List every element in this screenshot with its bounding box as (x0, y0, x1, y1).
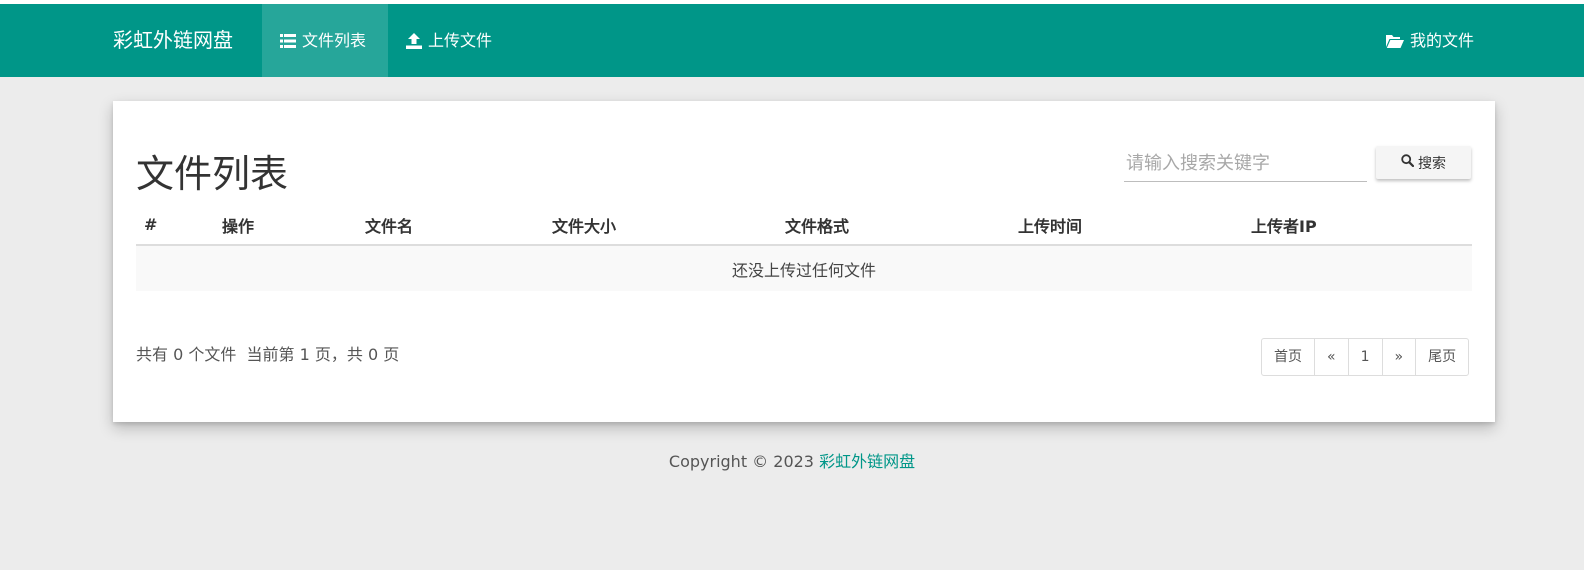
col-header-upload-time: 上传时间 (1010, 205, 1243, 246)
pagination: 首页 « 1 » 尾页 (1261, 338, 1470, 376)
search-icon (1401, 154, 1415, 171)
file-list-panel: 文件列表 搜索 # 操作 文件名 文件大小 文件格式 上传时间 上传者IP 还 (113, 101, 1495, 422)
bottom-edge (0, 570, 1584, 577)
pagination-page-1[interactable]: 1 (1347, 339, 1382, 375)
nav-item-upload[interactable]: 上传文件 (388, 4, 510, 77)
nav-item-label: 上传文件 (428, 31, 493, 50)
brand-logo[interactable]: 彩虹外链网盘 (113, 4, 233, 77)
col-header-filename: 文件名 (357, 205, 544, 246)
nav-item-label: 文件列表 (302, 31, 367, 50)
copyright-text: Copyright © 2023 (668, 452, 820, 471)
nav-item-file-list[interactable]: 文件列表 (262, 4, 388, 77)
empty-message: 还没上传过任何文件 (136, 245, 1472, 291)
col-header-filesize: 文件大小 (544, 205, 777, 246)
search-button[interactable]: 搜索 (1376, 146, 1471, 179)
col-header-format: 文件格式 (777, 205, 1010, 246)
table-row-empty: 还没上传过任何文件 (136, 245, 1472, 291)
pagination-prev[interactable]: « (1314, 339, 1348, 375)
pagination-first[interactable]: 首页 (1262, 339, 1314, 375)
navbar: 彩虹外链网盘 文件列表 上传文件 我的文件 (0, 4, 1584, 77)
page-title: 文件列表 (136, 152, 289, 196)
nav-item-my-files[interactable]: 我的文件 (1368, 4, 1492, 77)
search-input[interactable] (1124, 145, 1367, 182)
col-header-uploader-ip: 上传者IP (1243, 205, 1472, 246)
folder-open-icon (1386, 34, 1404, 48)
footer: Copyright © 2023 彩虹外链网盘 (0, 448, 1584, 472)
col-header-actions: 操作 (214, 205, 357, 246)
footer-site-link[interactable]: 彩虹外链网盘 (819, 452, 915, 471)
col-header-index: # (136, 205, 214, 246)
upload-icon (406, 32, 422, 49)
list-icon (280, 33, 296, 48)
table-header-row: # 操作 文件名 文件大小 文件格式 上传时间 上传者IP (136, 205, 1472, 246)
files-table: # 操作 文件名 文件大小 文件格式 上传时间 上传者IP 还没上传过任何文件 (136, 205, 1472, 291)
pagination-next[interactable]: » (1381, 339, 1416, 375)
pagination-last[interactable]: 尾页 (1415, 339, 1468, 375)
nav-item-label: 我的文件 (1410, 31, 1475, 50)
file-count-summary: 共有 0 个文件 当前第 1 页，共 0 页 (136, 345, 400, 364)
search-button-label: 搜索 (1418, 155, 1446, 172)
